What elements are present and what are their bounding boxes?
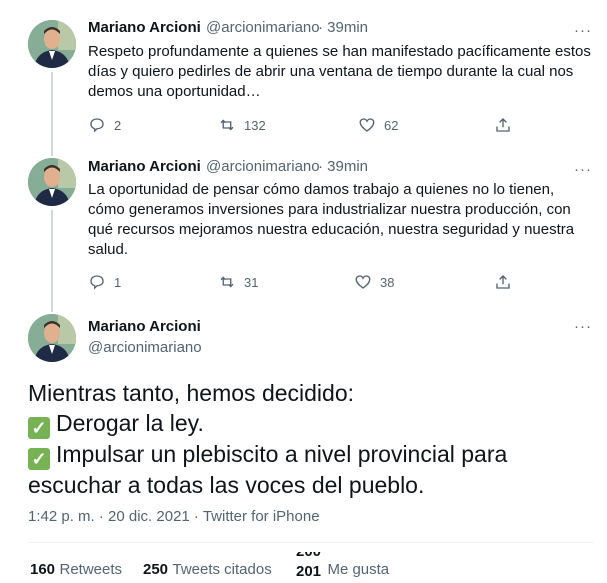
avatar[interactable] — [28, 20, 76, 68]
reply-icon — [90, 118, 104, 133]
reply-button[interactable]: 2 — [88, 116, 121, 134]
retweets-stat[interactable]: 160 Retweets — [30, 561, 122, 579]
avatar-image — [28, 314, 76, 362]
share-icon — [496, 118, 510, 132]
retweet-button[interactable]: 31 — [218, 273, 258, 291]
retweet-button[interactable]: 132 — [218, 116, 266, 134]
tweet-text: Respeto profundamente a quienes se han m… — [88, 42, 598, 102]
tweet-text-line: Respeto profundamente a quienes se han m… — [88, 43, 591, 60]
avatar[interactable] — [28, 158, 76, 206]
author-name[interactable]: Mariano Arcioni — [88, 158, 201, 175]
author-handle[interactable]: @arcionimariano — [206, 19, 320, 36]
tweet-time[interactable]: · 39min — [318, 158, 368, 175]
more-options-button[interactable]: ··· — [574, 23, 592, 38]
tweet-time[interactable]: · 39min — [318, 19, 368, 36]
more-options-button[interactable]: ··· — [574, 319, 592, 334]
heart-icon — [355, 275, 371, 289]
share-button[interactable] — [494, 273, 512, 291]
quotes-stat[interactable]: 250 Tweets citados — [143, 561, 272, 579]
retweets-label: Retweets — [59, 561, 123, 578]
thread-line — [51, 72, 53, 156]
quotes-label: Tweets citados — [172, 561, 272, 578]
quotes-count: 250 — [143, 561, 169, 578]
heart-icon — [359, 118, 375, 132]
avatar-image — [28, 20, 76, 68]
like-count: 38 — [380, 274, 395, 290]
like-count: 62 — [384, 117, 399, 133]
author-handle[interactable]: @arcionimariano — [206, 158, 320, 175]
main-tweet-line: Mientras tanto, hemos decidido: — [28, 380, 355, 406]
tweet-text-line: días y quiero pedirles de abrir una vent… — [88, 63, 574, 80]
tweet-text-line: La oportunidad de pensar cómo damos trab… — [88, 181, 555, 198]
tweet-text-line: salud. — [88, 241, 129, 258]
likes-counter-rollover: 200 201 — [296, 552, 323, 582]
like-button[interactable]: 38 — [354, 273, 394, 291]
main-tweet-line: escuchar a todas las voces del pueblo. — [28, 472, 425, 498]
check-mark-icon: ✓ — [28, 448, 50, 470]
likes-label: Me gusta — [327, 561, 390, 578]
divider — [28, 542, 594, 543]
main-tweet-line: ✓ Impulsar un plebiscito a nivel provinci… — [28, 439, 598, 470]
avatar-image — [28, 158, 76, 206]
retweet-icon — [220, 276, 234, 288]
author-name[interactable]: Mariano Arcioni — [88, 19, 201, 36]
retweet-count: 132 — [244, 117, 266, 133]
reply-icon — [90, 275, 104, 290]
tweet-text: La oportunidad de pensar cómo damos trab… — [88, 180, 598, 260]
likes-count-previous: 200 — [296, 552, 321, 560]
like-button[interactable]: 62 — [358, 116, 398, 134]
retweet-icon — [220, 119, 234, 131]
tweet-text-line: cómo generamos inversiones para industri… — [88, 201, 571, 218]
reply-button[interactable]: 1 — [88, 273, 121, 291]
likes-stat[interactable]: 200 201 Me gusta — [296, 552, 389, 582]
author-handle[interactable]: @arcionimariano — [88, 339, 202, 356]
author-name[interactable]: Mariano Arcioni — [88, 318, 201, 335]
thread-line — [51, 210, 53, 312]
main-tweet-line-text: Derogar la ley. — [56, 410, 204, 436]
likes-count: 201 — [296, 563, 322, 580]
check-mark-icon: ✓ — [28, 417, 50, 439]
main-tweet-line-text: Impulsar un plebiscito a nivel provincia… — [56, 441, 508, 467]
reply-count: 2 — [114, 117, 122, 133]
tweet-text-line: qué recursos mejoramos nuestra educación… — [88, 221, 575, 238]
main-tweet-text: Mientras tanto, hemos decidido: ✓ Derogar… — [28, 378, 598, 500]
retweets-count: 160 — [30, 561, 56, 578]
tweet-timestamp[interactable]: 1:42 p. m. · 20 dic. 2021 · Twitter for … — [28, 508, 320, 525]
more-options-button[interactable]: ··· — [574, 162, 592, 177]
share-button[interactable] — [494, 116, 512, 134]
retweet-count: 31 — [244, 274, 259, 290]
share-icon — [496, 275, 510, 289]
main-tweet-line: ✓ Derogar la ley. — [28, 408, 598, 439]
tweet-text-line: demos una oportunidad… — [88, 83, 261, 100]
avatar[interactable] — [28, 314, 76, 362]
reply-count: 1 — [114, 274, 122, 290]
